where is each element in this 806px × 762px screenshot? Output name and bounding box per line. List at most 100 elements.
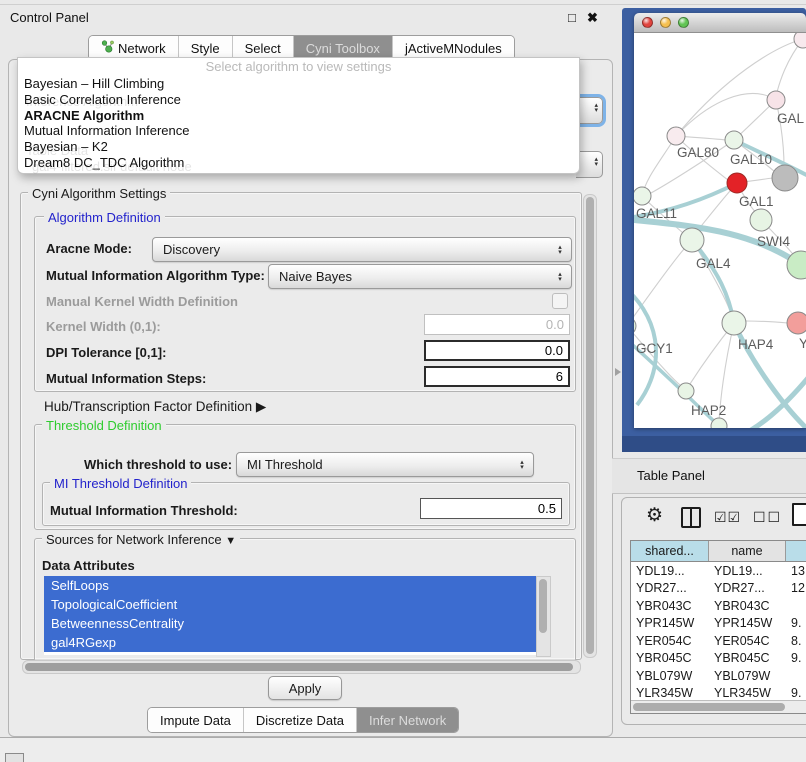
tab-impute-data[interactable]: Impute Data xyxy=(148,708,244,732)
unchecked-boxes-icon[interactable]: ☐☐ xyxy=(753,509,782,526)
algorithm-dropdown-list: Bayesian – Hill ClimbingBasic Correlatio… xyxy=(18,76,579,171)
mi-algorithm-type-combo[interactable]: Naive Bayes ▴▾ xyxy=(268,264,572,289)
table-row[interactable]: YER054CYER054C8. xyxy=(631,632,806,650)
node-label: GAL11 xyxy=(636,206,677,221)
network-node-gcy1[interactable] xyxy=(634,317,636,335)
node-label: GCY1 xyxy=(636,341,673,356)
network-window: GALGAL80GAL10GAL1GAL11SWI4GAL4HAP4YGCY1H… xyxy=(634,13,806,428)
attribute-item[interactable]: SelfLoops xyxy=(44,576,536,595)
document-icon[interactable] xyxy=(792,503,806,526)
manual-kernel-checkbox[interactable] xyxy=(552,293,568,309)
table-row[interactable]: YDR27...YDR27...12 xyxy=(631,580,806,598)
tab-infer-network[interactable]: Infer Network xyxy=(357,708,458,732)
network-window-titlebar[interactable] xyxy=(634,13,806,33)
mi-threshold-field[interactable] xyxy=(420,498,562,519)
node-label: HAP2 xyxy=(691,403,726,418)
node-label: GAL4 xyxy=(696,256,731,271)
cyni-mode-tabs: Impute DataDiscretize DataInfer Network xyxy=(147,707,459,733)
kernel-width-field[interactable] xyxy=(424,314,570,335)
data-attributes-list[interactable]: SelfLoopsTopologicalCoefficientBetweenne… xyxy=(44,576,536,655)
close-window-icon[interactable] xyxy=(642,17,653,28)
table-cell: 9. xyxy=(786,651,806,665)
algorithm-option[interactable]: Bayesian – Hill Climbing xyxy=(18,76,579,92)
network-node-gal10[interactable] xyxy=(725,131,743,149)
table-data-combo-edge[interactable]: ▴▾ xyxy=(576,151,603,178)
hub-definition-toggle[interactable]: Hub/Transcription Factor Definition ▶ xyxy=(44,399,266,415)
network-edge[interactable] xyxy=(776,100,784,166)
inference-algorithm-combo-edge[interactable]: ▴▾ xyxy=(576,97,603,124)
mi-threshold-label: Mutual Information Threshold: xyxy=(50,503,238,518)
zoom-window-icon[interactable] xyxy=(678,17,689,28)
splitter-handle-icon[interactable] xyxy=(615,368,621,376)
checked-boxes-icon[interactable]: ☑☑ xyxy=(714,509,741,526)
network-node-gal[interactable] xyxy=(767,91,785,109)
attributes-list-scrollbar[interactable] xyxy=(536,576,551,657)
table-cell: YBR045C xyxy=(631,651,709,665)
mi-threshold-group-title: MI Threshold Definition xyxy=(50,476,191,491)
network-edge[interactable] xyxy=(745,321,788,323)
algorithm-definition-title: Algorithm Definition xyxy=(44,210,165,225)
table-body: YDL19...YDL19...13YDR27...YDR27...12YBR0… xyxy=(631,562,806,714)
settings-horizontal-scrollbar[interactable] xyxy=(22,660,581,674)
collapsed-panel-icon[interactable] xyxy=(5,753,24,762)
combo-steppers-icon: ▴▾ xyxy=(594,157,598,167)
network-node-hap2[interactable] xyxy=(678,383,694,399)
attribute-item[interactable]: TopologicalCoefficient xyxy=(44,595,536,614)
column-header-name[interactable]: name xyxy=(709,541,786,561)
dpi-tolerance-field[interactable] xyxy=(424,340,570,361)
node-label: Y xyxy=(799,336,806,351)
table-row[interactable]: YDL19...YDL19...13 xyxy=(631,562,806,580)
attribute-item[interactable]: gal4RGexp xyxy=(44,633,536,652)
tab-discretize-data[interactable]: Discretize Data xyxy=(244,708,357,732)
mi-algorithm-type-label: Mutual Information Algorithm Type: xyxy=(46,268,265,283)
network-node-gal4[interactable] xyxy=(680,228,704,252)
bottom-strip xyxy=(0,738,806,762)
network-canvas[interactable]: GALGAL80GAL10GAL1GAL11SWI4GAL4HAP4YGCY1H… xyxy=(634,33,806,428)
which-threshold-combo[interactable]: MI Threshold ▴▾ xyxy=(236,452,534,477)
table-row[interactable]: YBL079WYBL079W xyxy=(631,667,806,685)
float-panel-icon[interactable]: □ xyxy=(568,10,576,25)
network-node-gal11[interactable] xyxy=(634,187,651,205)
table-header-row: shared...name xyxy=(631,541,806,562)
split-columns-icon[interactable] xyxy=(681,507,701,528)
sources-group-title[interactable]: Sources for Network Inference ▼ xyxy=(42,532,240,547)
table-cell: YER054C xyxy=(631,634,709,648)
network-node-y[interactable] xyxy=(787,312,806,334)
algorithm-option[interactable]: Mutual Information Inference xyxy=(18,123,579,139)
gear-icon[interactable]: ⚙ xyxy=(646,504,663,527)
aracne-mode-combo[interactable]: Discovery ▴▾ xyxy=(152,237,572,262)
table-cell: YER054C xyxy=(709,634,786,648)
column-header-shared[interactable]: shared... xyxy=(631,541,709,561)
network-edge[interactable] xyxy=(692,240,734,323)
table-row[interactable]: YBR045CYBR045C9. xyxy=(631,650,806,668)
table-cell: YBR043C xyxy=(631,599,709,613)
dpi-tolerance-label: DPI Tolerance [0,1]: xyxy=(46,345,166,360)
table-panel-header: Table Panel xyxy=(612,458,806,494)
network-node-gal1[interactable] xyxy=(727,173,747,193)
threshold-definition-title: Threshold Definition xyxy=(42,418,166,433)
algorithm-option[interactable]: ARACNE Algorithm xyxy=(18,108,579,124)
table-horizontal-scrollbar[interactable] xyxy=(631,700,806,713)
algorithm-option[interactable]: Dream8 DC_TDC Algorithm xyxy=(18,155,579,171)
algorithm-option[interactable]: Bayesian – K2 xyxy=(18,139,579,155)
algorithm-dropdown: Select algorithm to view settings Bayesi… xyxy=(17,57,580,174)
network-node-hap4[interactable] xyxy=(722,311,746,335)
apply-button[interactable]: Apply xyxy=(268,676,342,700)
table-row[interactable]: YPR145WYPR145W9. xyxy=(631,615,806,633)
combo-steppers-icon: ▴▾ xyxy=(552,245,571,255)
mi-steps-field[interactable] xyxy=(424,366,570,387)
close-panel-icon[interactable]: ✖ xyxy=(587,10,598,26)
network-node-swi4[interactable] xyxy=(750,209,772,231)
data-attributes-label: Data Attributes xyxy=(42,558,135,573)
network-edge[interactable] xyxy=(642,136,676,196)
network-node[interactable] xyxy=(772,165,798,191)
column-header-2[interactable] xyxy=(786,541,806,561)
network-node[interactable] xyxy=(794,33,806,48)
network-node-gal80[interactable] xyxy=(667,127,685,145)
algorithm-option[interactable]: Basic Correlation Inference xyxy=(18,92,579,108)
minimize-window-icon[interactable] xyxy=(660,17,671,28)
attribute-item[interactable]: BetweennessCentrality xyxy=(44,614,536,633)
table-row[interactable]: YBR043CYBR043C xyxy=(631,597,806,615)
settings-vertical-scrollbar[interactable] xyxy=(583,194,597,658)
network-edge[interactable] xyxy=(634,249,684,326)
